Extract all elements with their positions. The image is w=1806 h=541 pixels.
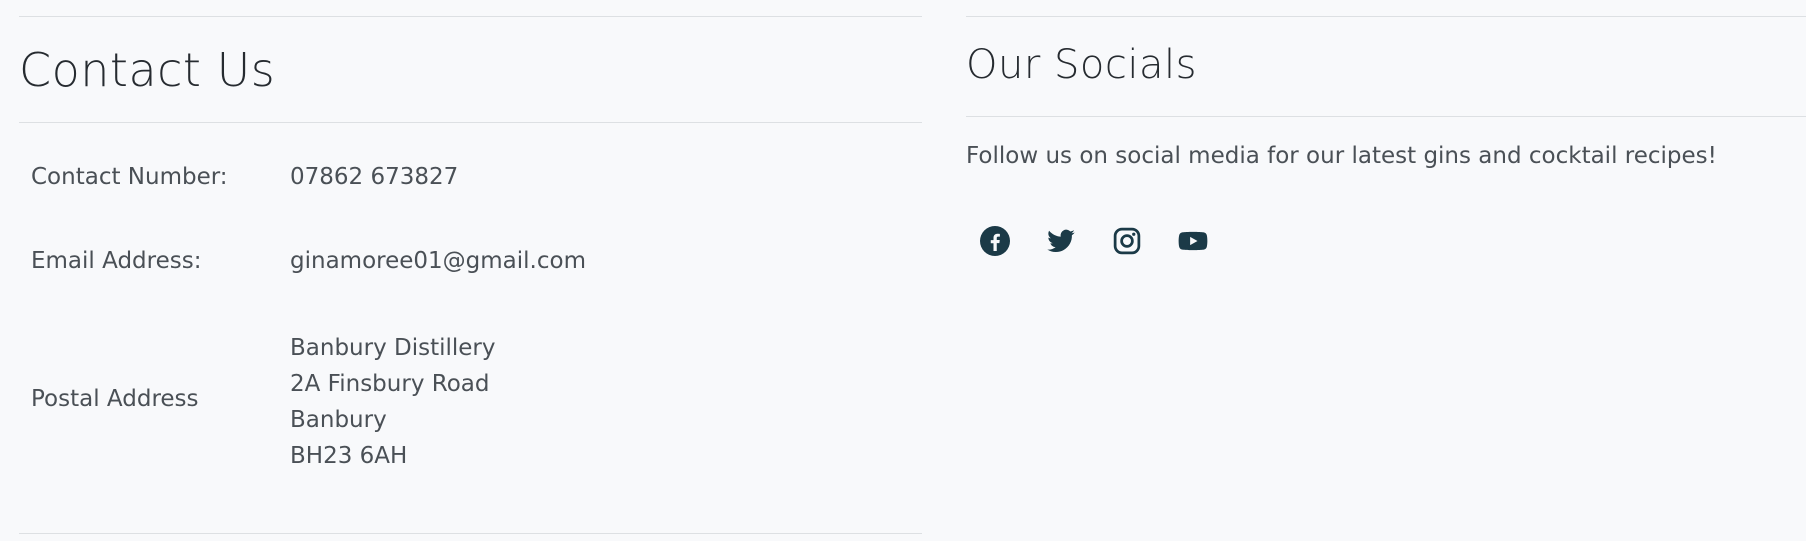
social-icons <box>980 222 1244 260</box>
address-line: 2A Finsbury Road <box>290 371 490 397</box>
postal-address-value: Banbury Distillery 2A Finsbury Road Banb… <box>290 330 496 474</box>
contact-number-value: 07862 673827 <box>290 164 459 190</box>
facebook-link[interactable] <box>980 222 1046 260</box>
address-line: Banbury Distillery <box>290 335 496 361</box>
socials-description: Follow us on social media for our latest… <box>966 143 1717 169</box>
address-line: Banbury <box>290 407 387 433</box>
bottom-divider-left <box>19 533 922 534</box>
twitter-link[interactable] <box>1046 222 1112 260</box>
email-address-value: ginamoree01@gmail.com <box>290 248 586 274</box>
facebook-icon <box>980 226 1010 256</box>
title-divider-right <box>966 116 1806 117</box>
email-address-label: Email Address: <box>31 248 202 274</box>
contact-title: Contact Us <box>19 43 276 97</box>
youtube-link[interactable] <box>1178 222 1244 260</box>
contact-page: Contact Us Contact Number: 07862 673827 … <box>0 0 1806 541</box>
youtube-icon <box>1178 231 1208 251</box>
postal-address-label: Postal Address <box>31 386 199 412</box>
top-divider-left <box>19 16 922 17</box>
address-line: BH23 6AH <box>290 443 408 469</box>
contact-number-label: Contact Number: <box>31 164 228 190</box>
title-divider-left <box>19 122 922 123</box>
twitter-icon <box>1047 229 1075 253</box>
socials-title: Our Socials <box>966 42 1197 88</box>
instagram-link[interactable] <box>1112 222 1178 260</box>
top-divider-right <box>966 16 1806 17</box>
instagram-icon <box>1113 227 1141 255</box>
